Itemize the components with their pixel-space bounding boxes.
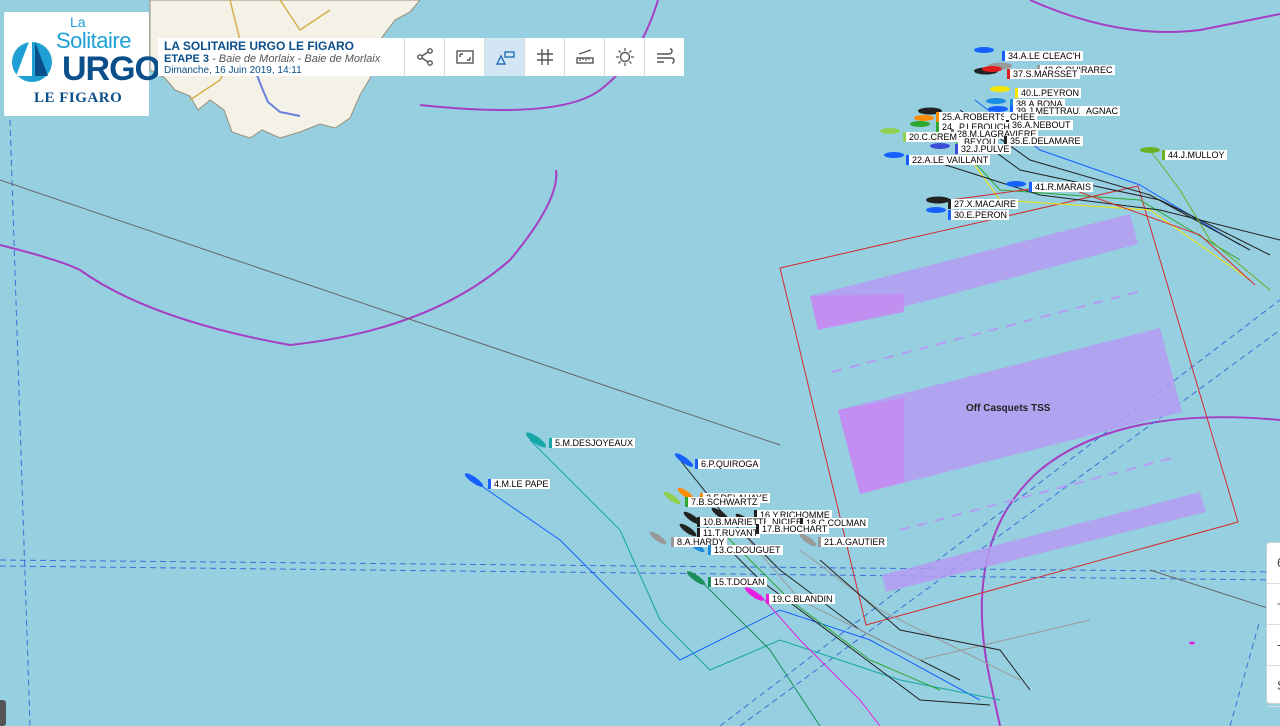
wind-button[interactable] [644,38,684,76]
share-icon [416,48,433,66]
ruler-icon [575,49,594,64]
race-info-panel: LA SOLITAIRE URGO LE FIGARO ETAPE 3 - Ba… [158,38,404,76]
boat-label[interactable]: 15.T.DOLAN [708,577,767,587]
side-tab-button[interactable] [0,700,6,726]
boat-label[interactable]: 44.J.MULLOY [1162,150,1227,160]
boat-marker [1140,147,1160,153]
map-zoom-controls: 6 + - S [1266,542,1280,707]
logo-figaro: LE FIGARO [34,90,123,106]
boat-marker [930,143,950,149]
boat-label[interactable]: 5.M.DESJOYEAUX [549,438,636,448]
zoom-in-button[interactable]: + [1267,584,1280,625]
boat-marker [926,207,946,213]
boat-label[interactable]: 6.P.QUIROGA [695,459,761,469]
boat-label[interactable]: 37.S.MARSSET [1007,69,1080,79]
sun-button[interactable] [604,38,644,76]
boat-marker [982,66,1002,72]
share-button[interactable] [404,38,444,76]
boat-label[interactable]: 30.E.PERON [948,210,1010,220]
boat-marker [1006,181,1026,187]
sail-logo-icon [12,34,52,82]
sun-icon [615,48,634,66]
stage-route: - Baie de Morlaix - Baie de Morlaix [209,53,381,65]
boat-label[interactable]: AGNAC [1080,106,1121,116]
race-logo: La Solitaire URGO LE FIGARO [4,12,161,116]
boat-label[interactable]: 22.A.LE VAILLANT [906,155,991,165]
fullscreen-icon [455,50,474,64]
boat-label[interactable]: 21.A.GAUTIER [818,537,888,547]
ruler-button[interactable] [564,38,604,76]
boat-marker [974,47,994,53]
grid-icon [536,49,553,65]
boat-label-icon [495,51,515,65]
boat-label[interactable]: 20.C.CREM [903,132,960,142]
boat-label[interactable]: 27.X.MACAIRE [948,199,1019,209]
labels-toggle-button[interactable] [484,38,524,76]
boat-label[interactable]: 4.M.LE PAPE [488,479,551,489]
settings-button[interactable]: S [1267,666,1280,707]
race-stage: ETAPE 3 - Baie de Morlaix - Baie de Morl… [164,53,398,65]
stage-label: ETAPE 3 [164,53,210,65]
zoom-level: 6 [1267,543,1280,584]
boat-marker [914,115,934,121]
boat-label[interactable]: 34.A.LE CLEAC'H [1002,51,1083,61]
boat-label[interactable]: 35.E.DELAMARE [1004,136,1083,146]
zoom-out-button[interactable]: - [1267,625,1280,666]
boat-label[interactable]: 40.L.PEYRON [1015,88,1082,98]
tss-zone-label: Off Casquets TSS [966,403,1051,414]
boat-marker [884,152,904,158]
wind-icon [656,48,675,64]
boat-marker [880,128,900,134]
fullscreen-button[interactable] [444,38,484,76]
race-title: LA SOLITAIRE URGO LE FIGARO [164,39,354,53]
boat-marker [910,121,930,127]
boat-label[interactable]: 32.J.PULVE [955,144,1012,154]
boat-label[interactable]: 19.C.BLANDIN [766,594,835,604]
boat-marker [986,98,1006,104]
boat-label[interactable]: 25.A.ROBERTS [936,112,1009,122]
boat-label[interactable]: 7.B.SCHWARTZ [685,497,760,507]
map-toolbar [404,38,684,76]
race-date: Dimanche, 16 Juin 2019, 14:11 [164,65,302,76]
boat-label[interactable]: 41.R.MARAIS [1029,182,1094,192]
grid-button[interactable] [524,38,564,76]
small-marker [1189,641,1195,645]
boat-marker [926,196,950,204]
boat-label[interactable]: 17.B.HOCHART [756,524,830,534]
boat-marker [990,86,1010,92]
logo-urgo: URGO [62,50,161,88]
boat-label[interactable]: 13.C.DOUGUET [708,545,783,555]
